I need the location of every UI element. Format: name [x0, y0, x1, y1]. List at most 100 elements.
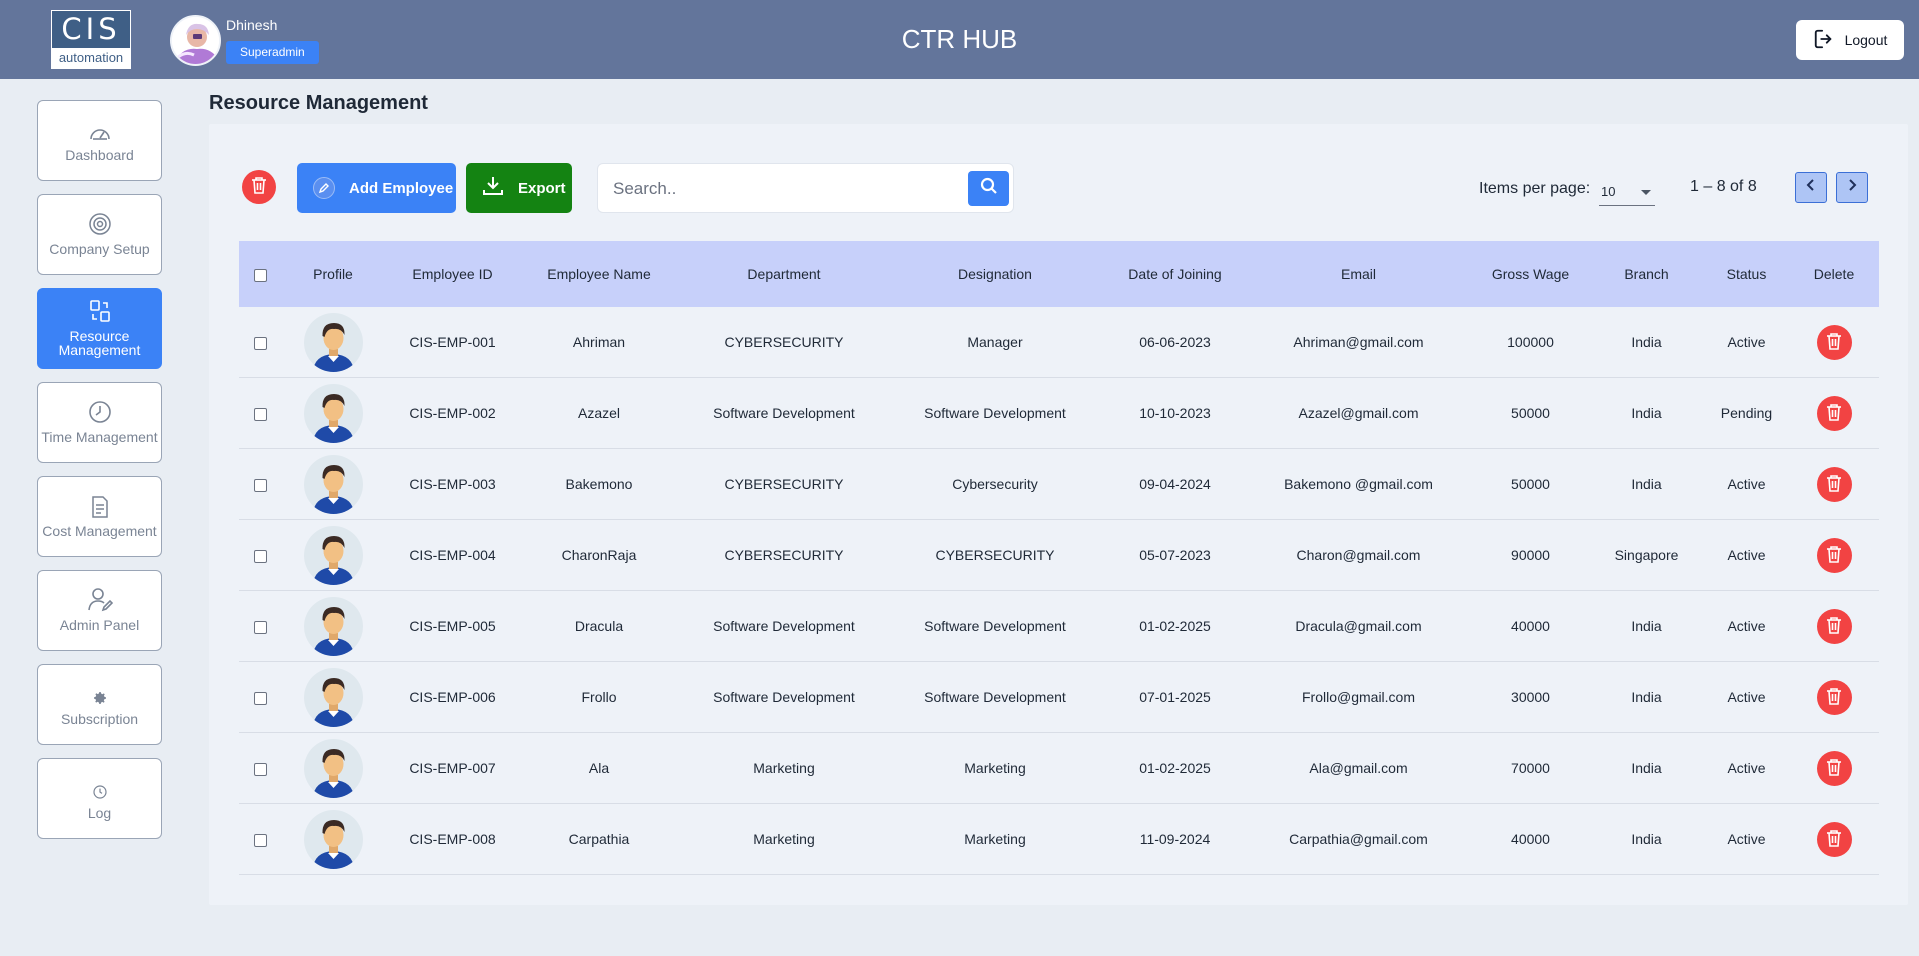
column-header: Gross Wage — [1491, 266, 1570, 282]
trash-icon — [1826, 332, 1842, 353]
sidebar-item-resource-management[interactable]: Resource Management — [37, 288, 162, 369]
table-row: CIS-EMP-004 CharonRaja CYBERSECURITY CYB… — [239, 520, 1879, 591]
profile-cell — [281, 738, 385, 798]
delete-cell — [1794, 466, 1874, 502]
status-cell: Active — [1727, 689, 1766, 705]
row-checkbox[interactable] — [253, 407, 267, 421]
sidebar-item-company-setup[interactable]: Company Setup — [37, 194, 162, 275]
profile-cell — [281, 383, 385, 443]
bulk-delete-button[interactable] — [242, 170, 276, 204]
delete-row-button[interactable] — [1816, 395, 1852, 431]
logout-icon — [1813, 28, 1835, 53]
gross-wage-cell: 30000 — [1511, 689, 1550, 705]
export-button[interactable]: Export — [466, 163, 572, 213]
employee-name-cell: Ala — [588, 760, 610, 776]
department-cell: Software Development — [713, 689, 855, 705]
delete-row-button[interactable] — [1816, 324, 1852, 360]
row-checkbox[interactable] — [253, 833, 267, 847]
employee-avatar — [303, 738, 363, 798]
sidebar-item-cost-management[interactable]: Cost Management — [37, 476, 162, 557]
department-cell: Marketing — [753, 760, 815, 776]
status-cell: Active — [1727, 547, 1766, 563]
delete-cell — [1794, 608, 1874, 644]
table-row: CIS-EMP-002 Azazel Software Development … — [239, 378, 1879, 449]
designation-cell: Software Development — [924, 405, 1066, 421]
logout-button[interactable]: Logout — [1796, 20, 1904, 60]
employee-name-cell: Bakemono — [565, 476, 633, 492]
sidebar-item-log[interactable]: Log — [37, 758, 162, 839]
email-cell: Dracula@gmail.com — [1295, 618, 1422, 634]
table-row: CIS-EMP-001 Ahriman CYBERSECURITY Manage… — [239, 307, 1879, 378]
row-checkbox[interactable] — [253, 762, 267, 776]
gear-icon — [92, 684, 108, 706]
delete-row-button[interactable] — [1816, 466, 1852, 502]
gross-wage-cell: 70000 — [1511, 760, 1550, 776]
search-button[interactable] — [968, 171, 1009, 206]
designation-cell: Marketing — [964, 760, 1026, 776]
department-cell: Marketing — [753, 831, 815, 847]
employee-id-cell: CIS-EMP-005 — [409, 618, 496, 634]
row-checkbox[interactable] — [253, 336, 267, 350]
top-bar: CIS automation Dhinesh Superadmin CTR HU… — [0, 0, 1919, 79]
table-row: CIS-EMP-003 Bakemono CYBERSECURITY Cyber… — [239, 449, 1879, 520]
trash-icon — [1826, 403, 1842, 424]
export-label: Export — [518, 179, 566, 197]
table-row: CIS-EMP-008 Carpathia Marketing Marketin… — [239, 804, 1879, 875]
delete-row-button[interactable] — [1816, 750, 1852, 786]
items-per-page-select[interactable]: 10 — [1599, 180, 1655, 206]
employee-avatar — [303, 809, 363, 869]
add-employee-button[interactable]: Add Employee — [297, 163, 456, 213]
profile-cell — [281, 525, 385, 585]
row-select-cell — [239, 405, 281, 421]
row-checkbox[interactable] — [253, 691, 267, 705]
row-checkbox[interactable] — [253, 478, 267, 492]
profile-cell — [281, 809, 385, 869]
delete-row-button[interactable] — [1816, 679, 1852, 715]
employee-id-cell: CIS-EMP-002 — [409, 405, 496, 421]
email-cell: Azazel@gmail.com — [1298, 405, 1419, 421]
department-cell: CYBERSECURITY — [724, 547, 844, 563]
page-title: Resource Management — [209, 92, 428, 114]
designation-cell: Software Development — [924, 689, 1066, 705]
download-icon — [482, 175, 504, 201]
caret-down-icon — [1641, 190, 1651, 195]
search-box — [597, 163, 1014, 213]
designation-cell: CYBERSECURITY — [935, 547, 1055, 563]
sidebar-item-admin-panel[interactable]: Admin Panel — [37, 570, 162, 651]
employee-id-cell: CIS-EMP-006 — [409, 689, 496, 705]
row-select-cell — [239, 547, 281, 563]
department-cell: Software Development — [713, 618, 855, 634]
sidebar-item-subscription[interactable]: Subscription — [37, 664, 162, 745]
sidebar-item-label: Dashboard — [65, 146, 134, 163]
delete-cell — [1794, 821, 1874, 857]
employee-avatar — [303, 454, 363, 514]
email-cell: Ahriman@gmail.com — [1293, 334, 1424, 350]
designation-cell: Marketing — [964, 831, 1026, 847]
delete-row-button[interactable] — [1816, 821, 1852, 857]
trash-icon — [1826, 545, 1842, 566]
next-page-button[interactable] — [1836, 172, 1868, 203]
sidebar-item-dashboard[interactable]: Dashboard — [37, 100, 162, 181]
branch-cell: Singapore — [1614, 547, 1679, 563]
row-select-cell — [239, 760, 281, 776]
pagination-range: 1 – 8 of 8 — [1690, 178, 1757, 195]
status-cell: Active — [1727, 618, 1766, 634]
column-header: Email — [1340, 266, 1376, 282]
department-cell: CYBERSECURITY — [724, 476, 844, 492]
previous-page-button[interactable] — [1795, 172, 1827, 203]
trash-icon — [251, 176, 267, 199]
logout-label: Logout — [1844, 32, 1888, 48]
select-all-checkbox[interactable] — [253, 268, 267, 282]
employee-id-cell: CIS-EMP-004 — [409, 547, 496, 563]
delete-row-button[interactable] — [1816, 608, 1852, 644]
row-checkbox[interactable] — [253, 620, 267, 634]
delete-row-button[interactable] — [1816, 537, 1852, 573]
status-cell: Active — [1727, 476, 1766, 492]
sidebar-item-label: Log — [87, 804, 112, 821]
date-of-joining-cell: 05-07-2023 — [1139, 547, 1211, 563]
row-checkbox[interactable] — [253, 549, 267, 563]
sidebar-item-time-management[interactable]: Time Management — [37, 382, 162, 463]
search-input[interactable] — [613, 176, 953, 202]
row-select-cell — [239, 618, 281, 634]
designation-cell: Software Development — [924, 618, 1066, 634]
